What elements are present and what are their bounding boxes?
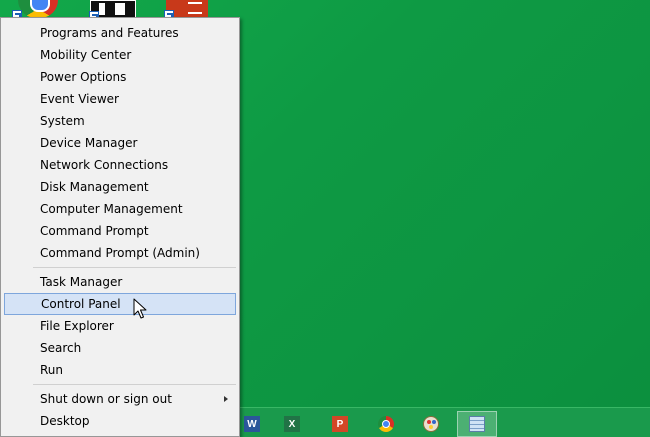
taskbar-notepad[interactable] xyxy=(457,411,497,437)
menu-separator xyxy=(33,384,236,385)
taskbar-chrome[interactable] xyxy=(366,411,406,437)
submenu-arrow-icon xyxy=(224,396,228,402)
menu-item-event-viewer[interactable]: Event Viewer xyxy=(4,88,236,110)
menu-item-programs-and-features[interactable]: Programs and Features xyxy=(4,22,236,44)
word-icon: W xyxy=(244,416,260,432)
menu-item-computer-management[interactable]: Computer Management xyxy=(4,198,236,220)
menu-item-shut-down-or-sign-out[interactable]: Shut down or sign out xyxy=(4,388,236,410)
menu-item-run[interactable]: Run xyxy=(4,359,236,381)
chrome-icon xyxy=(378,416,394,432)
menu-item-control-panel[interactable]: Control Panel xyxy=(4,293,236,315)
menu-item-label: Shut down or sign out xyxy=(40,392,172,406)
powerpoint-icon: P xyxy=(332,416,348,432)
menu-item-power-options[interactable]: Power Options xyxy=(4,66,236,88)
taskbar-paint[interactable] xyxy=(411,411,451,437)
menu-item-device-manager[interactable]: Device Manager xyxy=(4,132,236,154)
menu-item-disk-management[interactable]: Disk Management xyxy=(4,176,236,198)
paint-icon xyxy=(423,416,439,432)
menu-item-file-explorer[interactable]: File Explorer xyxy=(4,315,236,337)
menu-item-task-manager[interactable]: Task Manager xyxy=(4,271,236,293)
taskbar-powerpoint[interactable]: P xyxy=(320,411,360,437)
menu-separator xyxy=(33,267,236,268)
office-icon[interactable] xyxy=(164,0,208,20)
menu-item-system[interactable]: System xyxy=(4,110,236,132)
excel-icon: X xyxy=(284,416,300,432)
chrome-icon[interactable] xyxy=(12,0,58,20)
power-user-menu: Programs and Features Mobility Center Po… xyxy=(0,17,240,437)
mouse-cursor-icon xyxy=(133,298,147,319)
menu-item-network-connections[interactable]: Network Connections xyxy=(4,154,236,176)
menu-item-search[interactable]: Search xyxy=(4,337,236,359)
taskbar-excel[interactable]: X xyxy=(272,411,312,437)
desktop-background[interactable]: W X P Programs and Features Mobility Cen… xyxy=(0,0,650,437)
menu-item-command-prompt-admin[interactable]: Command Prompt (Admin) xyxy=(4,242,236,264)
menu-item-desktop[interactable]: Desktop xyxy=(4,410,236,432)
menu-item-mobility-center[interactable]: Mobility Center xyxy=(4,44,236,66)
notepad-icon xyxy=(469,416,485,432)
menu-item-command-prompt[interactable]: Command Prompt xyxy=(4,220,236,242)
